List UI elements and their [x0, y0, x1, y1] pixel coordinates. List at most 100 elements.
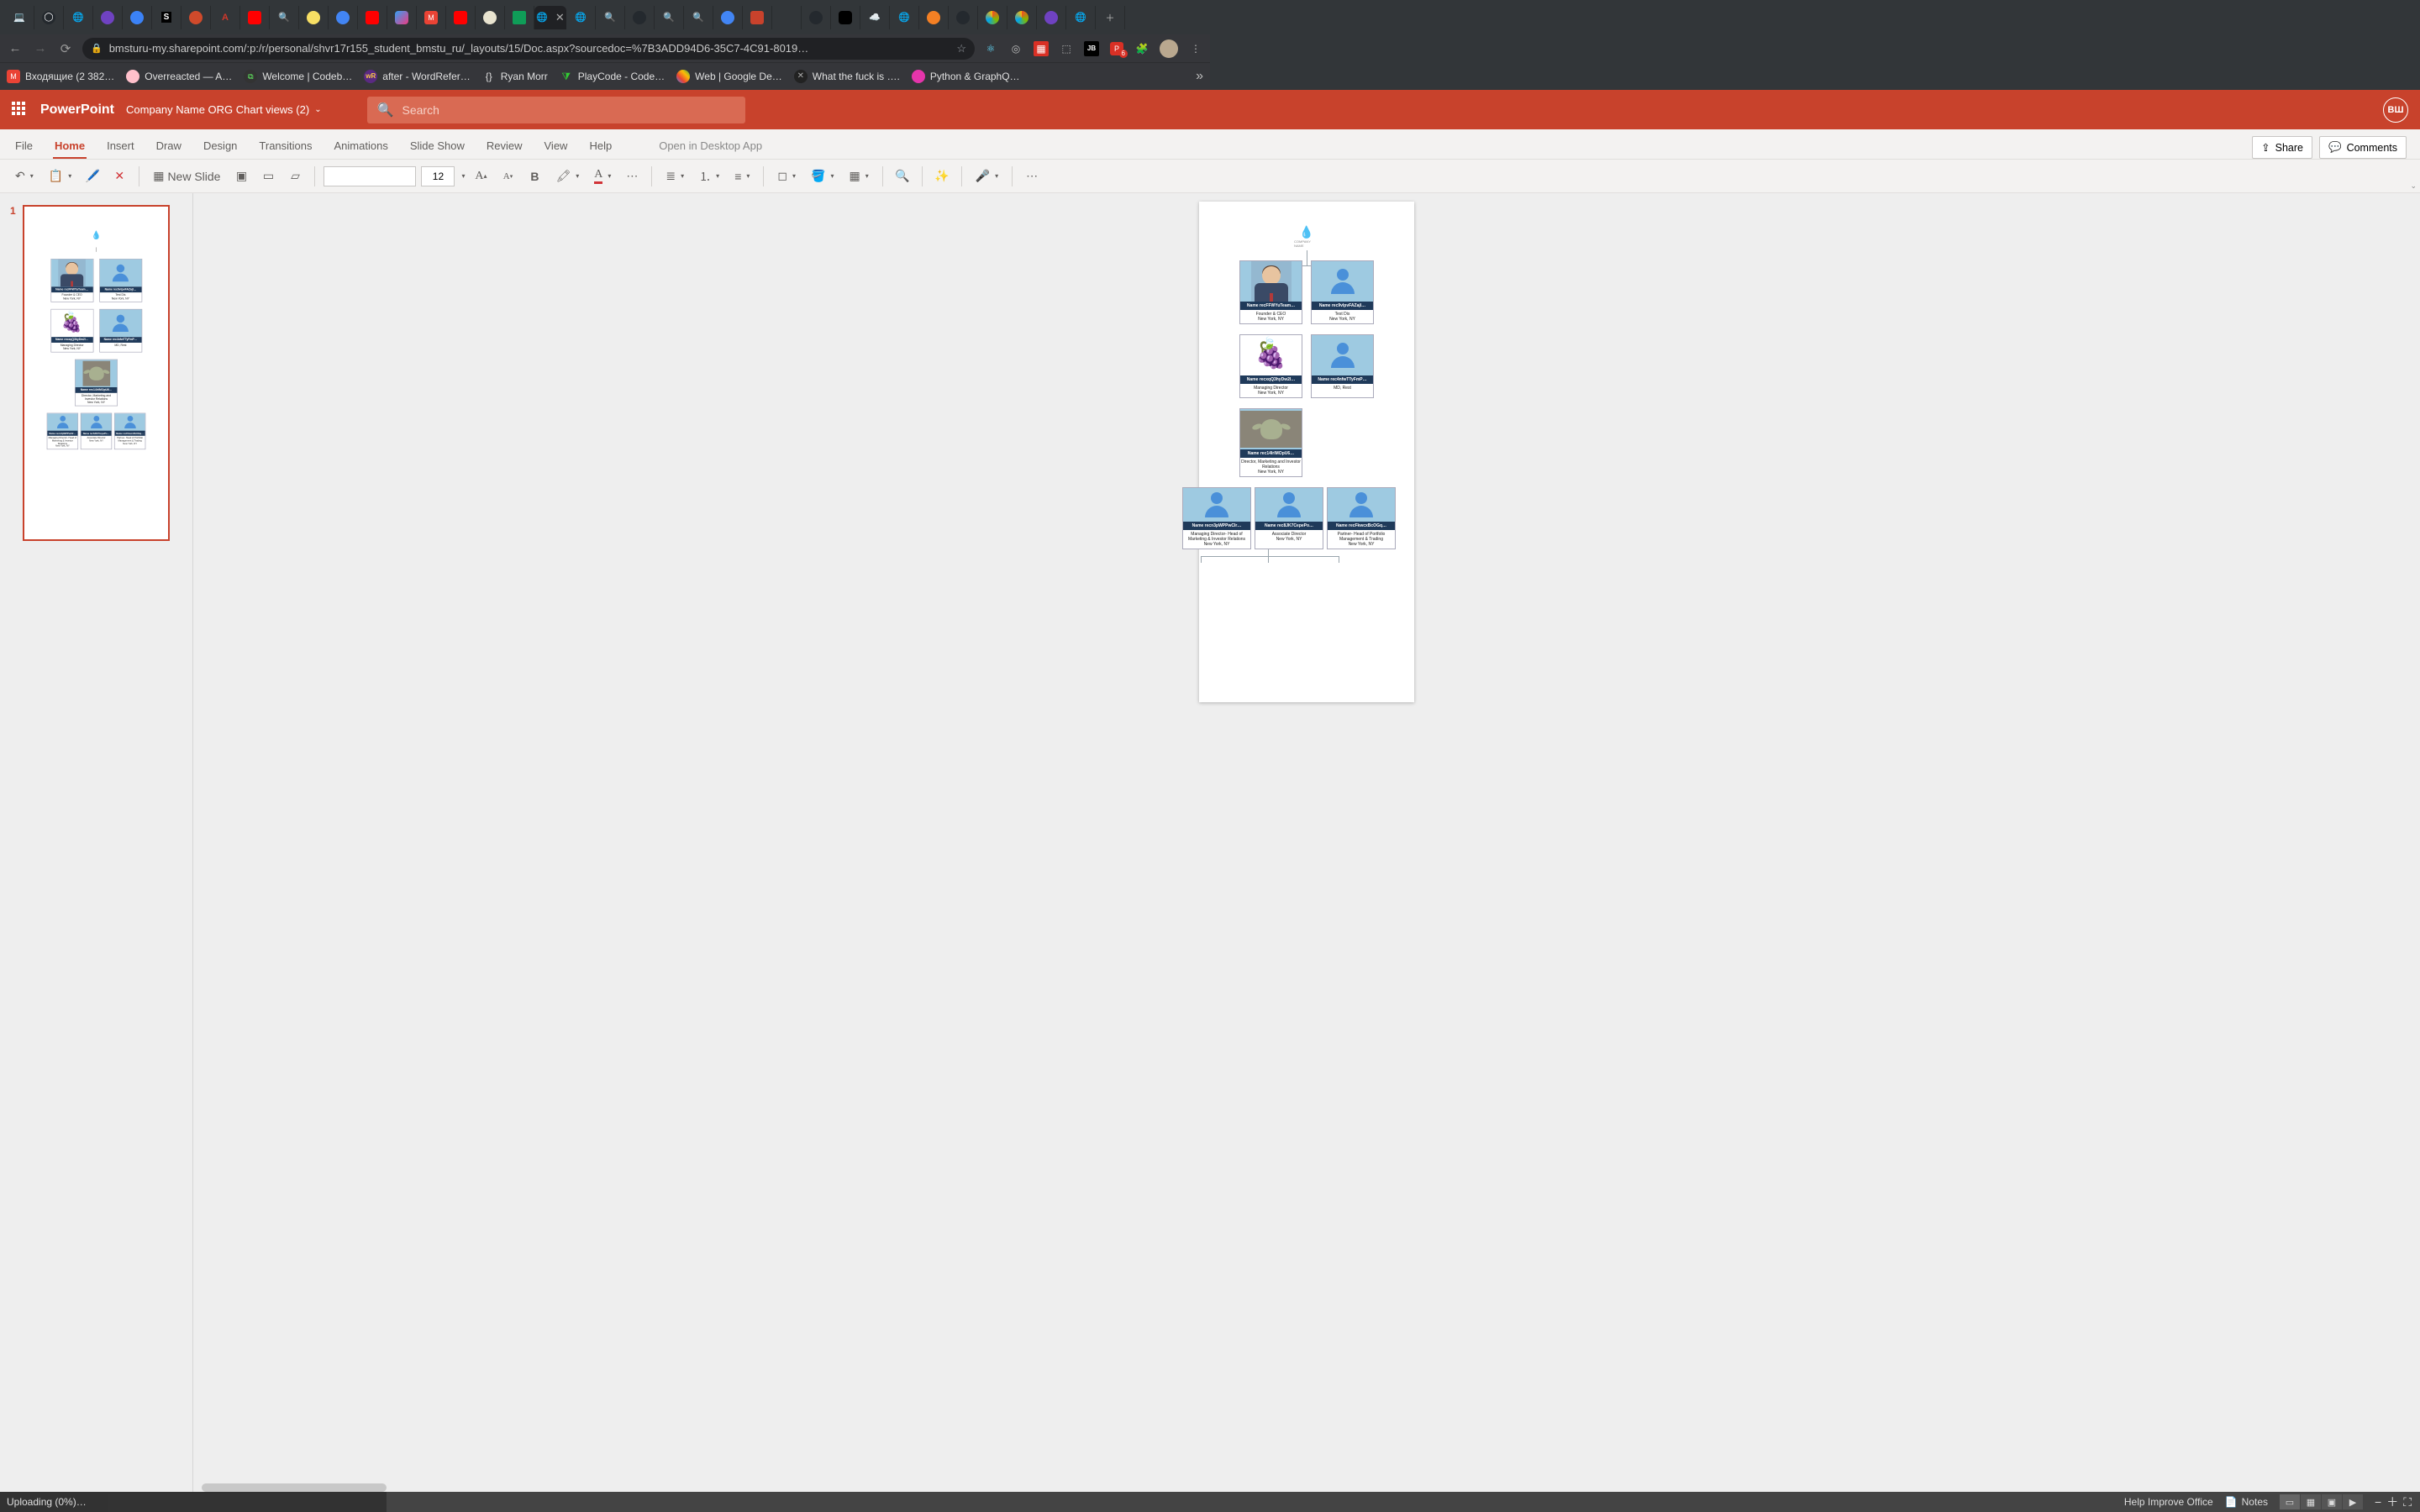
- doc-title[interactable]: Company Name ORG Chart views (2)⌄: [126, 103, 322, 116]
- delete-button[interactable]: ✕: [108, 165, 130, 187]
- tab[interactable]: 🔍: [684, 6, 713, 29]
- bookmark[interactable]: ⧩PlayCode - Code…: [560, 70, 665, 83]
- tab[interactable]: [240, 6, 270, 29]
- tab[interactable]: [743, 6, 772, 29]
- extensions-button[interactable]: 🧩: [1134, 41, 1150, 56]
- layout-button[interactable]: ▣: [230, 165, 252, 187]
- notes-button[interactable]: 📄Notes: [2225, 1496, 2268, 1508]
- bookmark[interactable]: Web | Google De…: [676, 70, 782, 83]
- help-improve-link[interactable]: Help Improve Office: [2124, 1496, 2213, 1508]
- arrange-button[interactable]: ▦▾: [844, 165, 873, 187]
- tab[interactable]: 🔍: [270, 6, 299, 29]
- tab[interactable]: [978, 6, 1007, 29]
- collapse-ribbon-icon[interactable]: ⌄: [2410, 181, 2417, 191]
- bookmark[interactable]: Overreacted — A…: [126, 70, 232, 83]
- tab[interactable]: 🌐: [566, 6, 596, 29]
- highlight-button[interactable]: 🖍▾: [550, 165, 584, 187]
- tab[interactable]: [387, 6, 417, 29]
- tab[interactable]: [772, 6, 802, 29]
- bookmark[interactable]: Python & GraphQ…: [912, 70, 1020, 83]
- tab-file[interactable]: File: [13, 134, 34, 159]
- tab[interactable]: [713, 6, 743, 29]
- tab[interactable]: [1007, 6, 1037, 29]
- normal-view-button[interactable]: ▭: [2280, 1494, 2300, 1509]
- tab[interactable]: A: [211, 6, 240, 29]
- extension-icon[interactable]: ◎: [1008, 41, 1023, 56]
- tab-active[interactable]: 🌐✕: [534, 6, 566, 29]
- comments-button[interactable]: 💬Comments: [2319, 136, 2407, 159]
- bullets-button[interactable]: ≣▾: [660, 165, 689, 187]
- font-size-input[interactable]: [421, 166, 455, 186]
- tab[interactable]: 🔍: [655, 6, 684, 29]
- section-button[interactable]: ▭: [257, 165, 279, 187]
- slide-thumbnail[interactable]: 💧 Name recFFWYuTeam…Founder & CEONew Yor…: [23, 205, 170, 541]
- tab[interactable]: [831, 6, 860, 29]
- forward-button[interactable]: →: [32, 41, 49, 55]
- tab-help[interactable]: Help: [587, 134, 613, 159]
- new-slide-button[interactable]: ▦ New Slide: [148, 165, 225, 187]
- slideshow-view-button[interactable]: ▶: [2343, 1494, 2363, 1509]
- tab[interactable]: [476, 6, 505, 29]
- tab[interactable]: [505, 6, 534, 29]
- search-box[interactable]: 🔍: [367, 97, 745, 123]
- align-button[interactable]: ≡▾: [729, 165, 755, 187]
- fit-button[interactable]: ⛶: [2403, 1495, 2412, 1509]
- format-painter-button[interactable]: 🖊️: [82, 165, 103, 187]
- more-font-button[interactable]: ⋯: [621, 165, 643, 187]
- font-family-input[interactable]: [324, 166, 416, 186]
- tab-draw[interactable]: Draw: [155, 134, 183, 159]
- bookmark[interactable]: wRafter - WordRefer…: [364, 70, 470, 83]
- tab[interactable]: ◯: [34, 6, 64, 29]
- tab[interactable]: ☁️: [860, 6, 890, 29]
- undo-button[interactable]: ↶▾: [10, 165, 39, 187]
- bookmark[interactable]: ⧉Welcome | Codeb…: [244, 70, 352, 83]
- chevron-down-icon[interactable]: ▾: [461, 172, 465, 180]
- share-button[interactable]: ⇪Share: [2252, 136, 2312, 159]
- tab-design[interactable]: Design: [202, 134, 239, 159]
- sorter-view-button[interactable]: ▦: [2301, 1494, 2321, 1509]
- tab[interactable]: 🔍: [596, 6, 625, 29]
- tab-review[interactable]: Review: [485, 134, 524, 159]
- bookmark[interactable]: ✕What the fuck is ….: [794, 70, 900, 83]
- reload-button[interactable]: ⟳: [57, 41, 74, 56]
- address-bar[interactable]: 🔒 bmsturu-my.sharepoint.com/:p:/r/person…: [82, 38, 975, 60]
- open-in-desktop[interactable]: Open in Desktop App: [657, 134, 764, 159]
- tab-insert[interactable]: Insert: [105, 134, 136, 159]
- tab[interactable]: M: [417, 6, 446, 29]
- tab-animations[interactable]: Animations: [333, 134, 390, 159]
- tab[interactable]: [446, 6, 476, 29]
- more-button[interactable]: ⋯: [1021, 165, 1043, 187]
- find-button[interactable]: 🔍: [892, 165, 913, 187]
- search-input[interactable]: [402, 103, 735, 117]
- bookmark[interactable]: {}Ryan Morr: [482, 70, 548, 83]
- tab[interactable]: [625, 6, 655, 29]
- extension-icon[interactable]: ⚛: [983, 41, 998, 56]
- tab[interactable]: [919, 6, 949, 29]
- extension-icon[interactable]: P6: [1109, 41, 1124, 56]
- bookmarks-overflow[interactable]: »: [1196, 69, 1203, 84]
- tab[interactable]: [1037, 6, 1066, 29]
- new-tab-button[interactable]: ＋: [1096, 6, 1125, 29]
- menu-button[interactable]: ⋮: [1188, 41, 1203, 56]
- tab[interactable]: 🌐: [64, 6, 93, 29]
- shape-fill-button[interactable]: 🪣▾: [806, 165, 839, 187]
- tab[interactable]: 💻: [5, 6, 34, 29]
- dictate-button[interactable]: 🎤▾: [971, 165, 1003, 187]
- star-icon[interactable]: ☆: [956, 42, 966, 55]
- tab[interactable]: [358, 6, 387, 29]
- close-icon[interactable]: ✕: [555, 11, 565, 24]
- slide-thumbnail-pane[interactable]: 1 💧 Name recFFWYuTeam…Founder & CEONew Y…: [0, 193, 193, 1492]
- back-button[interactable]: ←: [7, 41, 24, 55]
- extension-icon[interactable]: ▦: [1034, 41, 1049, 56]
- reset-button[interactable]: ▱: [284, 165, 306, 187]
- tab[interactable]: S: [152, 6, 182, 29]
- designer-button[interactable]: ✨: [931, 165, 953, 187]
- tab-view[interactable]: View: [543, 134, 570, 159]
- paste-button[interactable]: 📋▾: [44, 165, 76, 187]
- tab[interactable]: [949, 6, 978, 29]
- zoom-out-button[interactable]: −: [2375, 1495, 2381, 1509]
- slide[interactable]: 💧COMPANY NAME Name recFFWYuTeam… Founder…: [1199, 202, 1414, 702]
- tab[interactable]: [802, 6, 831, 29]
- tab-slideshow[interactable]: Slide Show: [408, 134, 466, 159]
- profile-avatar[interactable]: [1160, 39, 1178, 58]
